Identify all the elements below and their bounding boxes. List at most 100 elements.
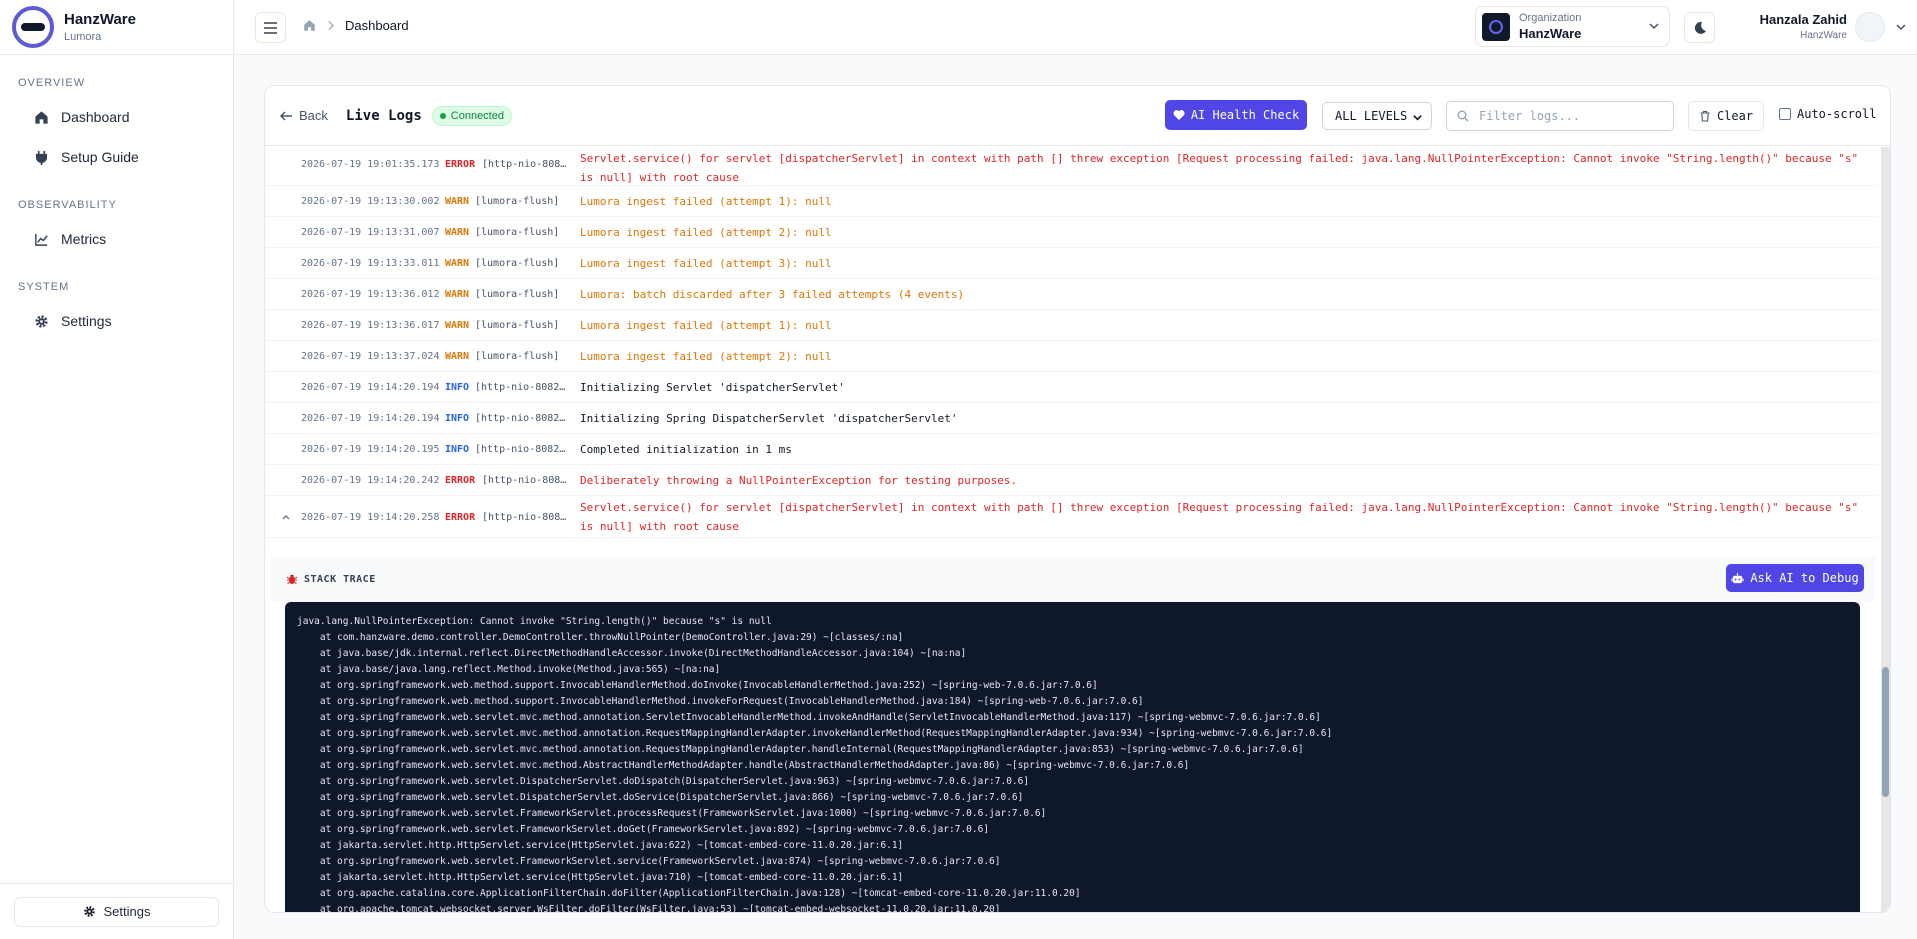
log-message: Lumora ingest failed (attempt 2): null [580, 350, 832, 363]
log-row[interactable]: 2026-07-19 19:13:30.002 WARN [lumora-flu… [265, 186, 1878, 217]
log-message: Initializing Servlet 'dispatcherServlet' [580, 381, 845, 394]
plug-icon [35, 150, 48, 165]
log-row-expanded[interactable]: 2026-07-19 19:14:20.258 ERROR [http-nio-… [265, 496, 1878, 538]
gear-icon [35, 314, 48, 328]
clear-button[interactable]: Clear [1688, 101, 1764, 131]
stack-trace-line: at org.springframework.web.servlet.Frame… [297, 824, 990, 835]
log-thread: [http-nio-8082-exec-1] [475, 382, 567, 393]
status-badge: Connected [431, 105, 512, 126]
log-timestamp: 2026-07-19 19:14:20.195 [301, 444, 440, 455]
sidebar-item-metrics[interactable]: Metrics [0, 219, 233, 259]
stack-trace-title: STACK TRACE [286, 573, 376, 585]
log-level: ERROR [445, 475, 476, 486]
ai-health-check-button[interactable]: AI Health Check [1165, 100, 1307, 130]
stack-trace-line: at com.hanzware.demo.controller.DemoCont… [297, 632, 904, 643]
ask-ai-debug-button[interactable]: Ask AI to Debug [1726, 564, 1864, 592]
stack-trace-line: at org.springframework.web.servlet.mvc.m… [297, 728, 1333, 739]
log-row[interactable]: 2026-07-19 19:14:20.242 ERROR [http-nio-… [265, 465, 1878, 496]
log-level: WARN [445, 289, 470, 300]
hamburger-icon [264, 21, 277, 34]
brand[interactable]: HanzWare Lumora [0, 0, 233, 55]
theme-toggle-button[interactable] [1684, 12, 1715, 43]
log-level: WARN [445, 258, 470, 269]
stack-trace-line: at java.base/java.lang.reflect.Method.in… [297, 664, 721, 675]
sidebar: HanzWare Lumora OVERVIEW Dashboard Setup… [0, 0, 234, 939]
log-row[interactable]: 2026-07-19 19:13:37.024 WARN [lumora-flu… [265, 341, 1878, 372]
log-row[interactable]: 2026-07-19 19:14:20.194 INFO [http-nio-8… [265, 403, 1878, 434]
home-icon [35, 110, 48, 124]
home-icon[interactable] [303, 19, 316, 32]
log-message: Initializing Spring DispatcherServlet 'd… [580, 412, 958, 425]
stack-trace-line: at org.springframework.web.servlet.Dispa… [297, 792, 1024, 803]
search-icon [1457, 110, 1469, 122]
nav-section-system: SYSTEM [18, 281, 70, 293]
sidebar-item-label: Settings [61, 313, 112, 329]
footer-settings-button[interactable]: Settings [14, 896, 219, 927]
log-row[interactable]: 2026-07-19 19:13:31.007 WARN [lumora-flu… [265, 217, 1878, 248]
log-thread: [lumora-flush] [475, 227, 560, 238]
log-timestamp: 2026-07-19 19:14:20.242 [301, 475, 440, 486]
stack-trace-line: at jakarta.servlet.http.HttpServlet.serv… [297, 872, 904, 883]
sidebar-item-setup-guide[interactable]: Setup Guide [0, 137, 233, 177]
breadcrumb: Dashboard [303, 18, 409, 33]
scrollbar-thumb[interactable] [1882, 667, 1889, 797]
stack-trace-line: java.lang.NullPointerException: Cannot i… [297, 616, 772, 627]
stack-trace-line: at org.springframework.web.servlet.mvc.m… [297, 744, 1304, 755]
stack-trace-header: STACK TRACE Ask AI to Debug [270, 556, 1875, 602]
user-org: HanzWare [1800, 30, 1847, 41]
log-timestamp: 2026-07-19 19:13:33.011 [301, 258, 440, 269]
chart-line-icon [35, 233, 48, 246]
user-name: Hanzala Zahid [1759, 12, 1847, 27]
log-level: ERROR [445, 159, 476, 170]
filter-logs-field[interactable] [1446, 101, 1674, 131]
trash-icon [1700, 110, 1710, 122]
log-timestamp: 2026-07-19 19:13:30.002 [301, 196, 440, 207]
nav-section-observability: OBSERVABILITY [18, 199, 117, 211]
log-row[interactable]: 2026-07-19 19:01:35.173 ERROR [http-nio-… [265, 147, 1878, 186]
moon-icon [1694, 21, 1706, 34]
log-message: Completed initialization in 1 ms [580, 443, 792, 456]
log-timestamp: 2026-07-19 19:14:20.194 [301, 413, 440, 424]
level-filter-select[interactable]: ALL LEVELS [1322, 102, 1432, 130]
back-button[interactable]: Back [279, 108, 328, 123]
bug-icon [286, 574, 298, 584]
sidebar-item-label: Metrics [61, 231, 107, 247]
avatar [1855, 12, 1885, 42]
org-switcher[interactable]: Organization HanzWare [1475, 6, 1670, 47]
log-thread: [lumora-flush] [475, 320, 560, 331]
log-message: Lumora ingest failed (attempt 2): null [580, 226, 832, 239]
user-menu[interactable]: Hanzala Zahid HanzWare [1730, 10, 1915, 44]
log-row[interactable]: 2026-07-19 19:13:36.017 WARN [lumora-flu… [265, 310, 1878, 341]
log-thread: [http-nio-8082-exec-1] [482, 512, 567, 523]
stack-trace-line: at org.apache.tomcat.websocket.server.Ws… [297, 904, 1001, 913]
autoscroll-checkbox[interactable] [1779, 108, 1791, 120]
log-scrollbar[interactable] [1881, 147, 1890, 912]
log-level: INFO [445, 382, 470, 393]
log-timestamp: 2026-07-19 19:13:37.024 [301, 351, 440, 362]
arrow-left-icon [279, 110, 292, 121]
sidebar-item-settings[interactable]: Settings [0, 301, 233, 341]
breadcrumb-current: Dashboard [345, 18, 409, 33]
log-message: Lumora ingest failed (attempt 1): null [580, 319, 832, 332]
log-row[interactable]: 2026-07-19 19:13:36.012 WARN [lumora-flu… [265, 279, 1878, 310]
log-level: ERROR [445, 512, 476, 523]
stack-trace-line: at org.springframework.web.servlet.Frame… [297, 856, 1001, 867]
menu-toggle-button[interactable] [255, 12, 286, 43]
log-row[interactable]: 2026-07-19 19:14:20.194 INFO [http-nio-8… [265, 372, 1878, 403]
sidebar-item-label: Setup Guide [61, 149, 139, 165]
log-row[interactable]: 2026-07-19 19:13:33.011 WARN [lumora-flu… [265, 248, 1878, 279]
brand-product: Lumora [64, 31, 102, 43]
log-message: Deliberately throwing a NullPointerExcep… [580, 474, 1018, 487]
filter-logs-input[interactable] [1477, 108, 1657, 124]
autoscroll-toggle[interactable]: Auto-scroll [1779, 107, 1876, 121]
log-thread: [lumora-flush] [475, 258, 560, 269]
log-row[interactable]: 2026-07-19 19:14:20.195 INFO [http-nio-8… [265, 434, 1878, 465]
robot-icon [1731, 572, 1744, 583]
stack-trace-line: at org.springframework.web.servlet.Frame… [297, 808, 1047, 819]
page-title: Live Logs [345, 107, 422, 124]
log-level: INFO [445, 413, 470, 424]
chevron-up-icon[interactable] [281, 512, 291, 522]
sidebar-item-dashboard[interactable]: Dashboard [0, 97, 233, 137]
footer-settings-label: Settings [103, 904, 151, 919]
status-dot-icon [439, 112, 446, 119]
